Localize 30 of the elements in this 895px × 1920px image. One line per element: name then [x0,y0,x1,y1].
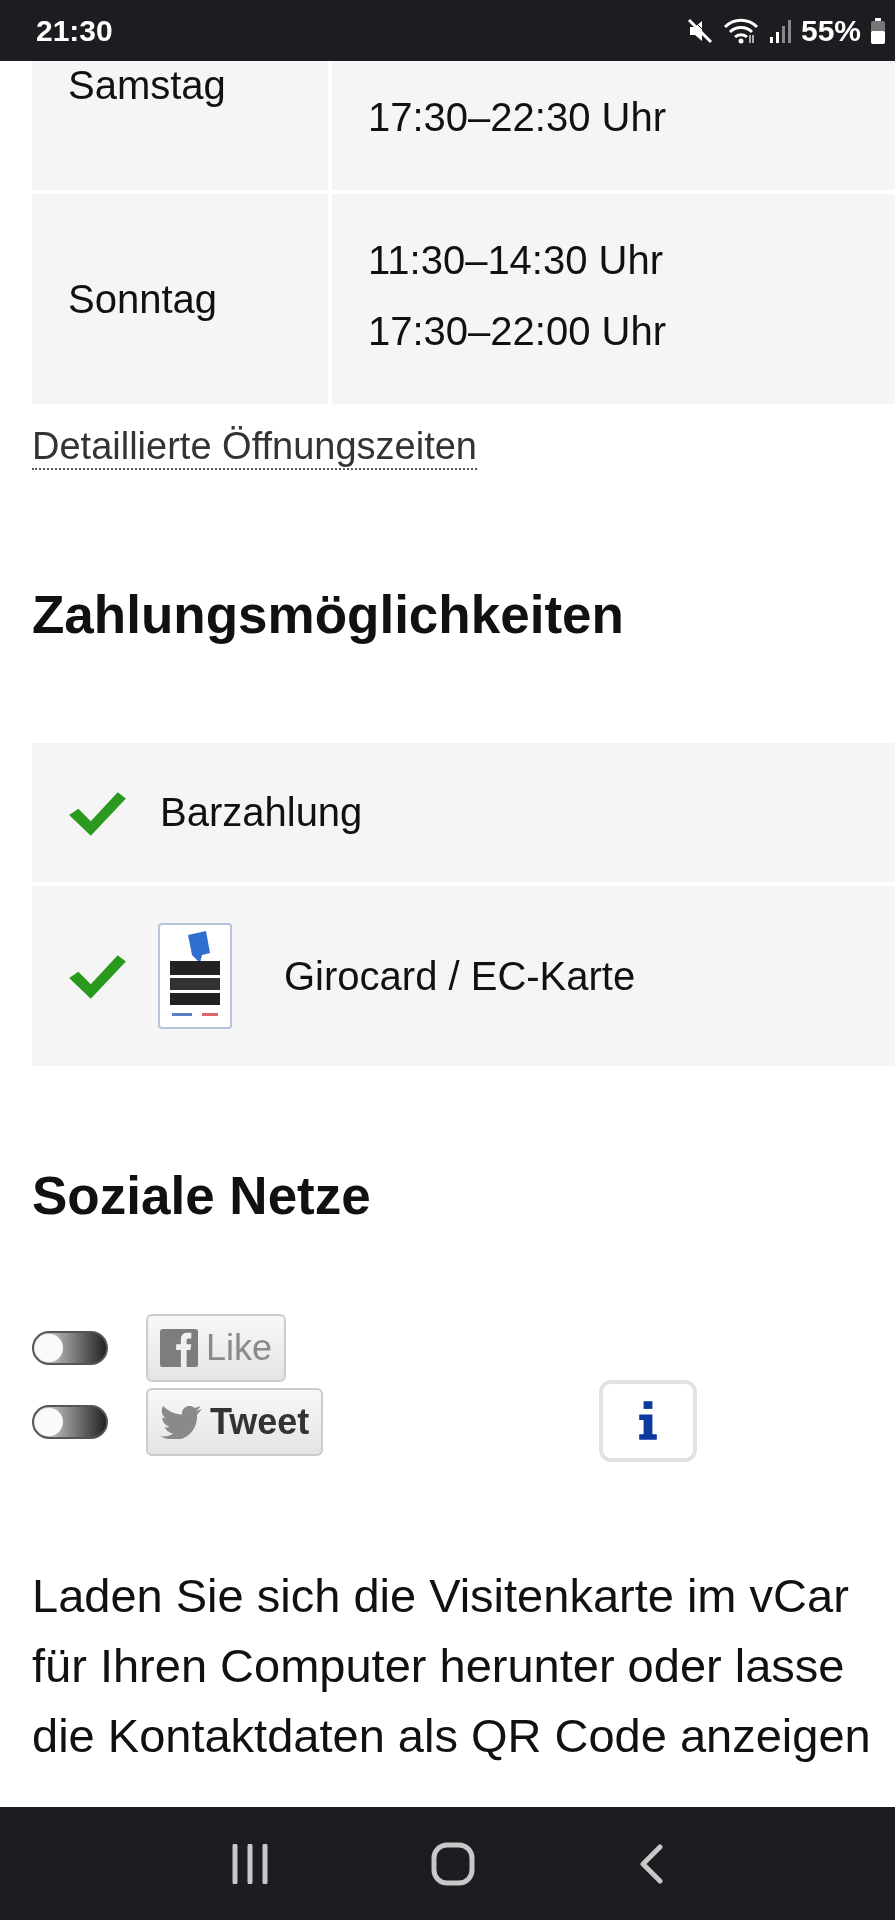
section-heading: Soziale Netze [32,1166,372,1226]
paragraph-line: die Kontaktdaten als QR Code anzeigen [32,1708,872,1764]
time-range: 11:30–14:30 Uhr [368,240,665,281]
time-range: 17:30–22:30 Uhr [368,97,667,138]
paragraph-line: für Ihren Computer herunter oder lasse [32,1638,846,1694]
day-label: Sonntag [68,276,218,322]
wifi-icon [722,16,759,45]
back-icon[interactable] [637,1843,664,1884]
payment-method-label: Barzahlung [160,790,363,835]
info-button[interactable] [599,1380,698,1462]
info-icon [637,1401,660,1441]
clock: 21:30 [36,13,113,48]
day-label: Samstag [68,62,226,108]
paragraph-line: Laden Sie sich die Visitenkarte im vCar [32,1568,850,1624]
home-icon[interactable] [431,1841,476,1886]
tweet-button[interactable]: Tweet [146,1388,324,1456]
battery-icon [871,17,885,44]
battery-percentage: 55% [800,13,861,48]
details-link[interactable]: Detaillierte Öffnungszeiten [32,424,477,470]
payment-card-icon [158,923,232,1029]
time-range: 17:30–22:00 Uhr [368,311,667,352]
recent-apps-icon[interactable] [231,1843,270,1884]
bird-icon [160,1405,202,1439]
mute-icon [686,17,713,44]
toggle-switch[interactable] [32,1405,108,1439]
section-heading: Zahlungsmöglichkeiten [32,585,625,645]
signal-icon [768,18,791,43]
toggle-switch[interactable] [32,1331,108,1365]
facebook-icon [160,1329,198,1367]
payment-method-label: Girocard / EC-Karte [284,953,636,999]
